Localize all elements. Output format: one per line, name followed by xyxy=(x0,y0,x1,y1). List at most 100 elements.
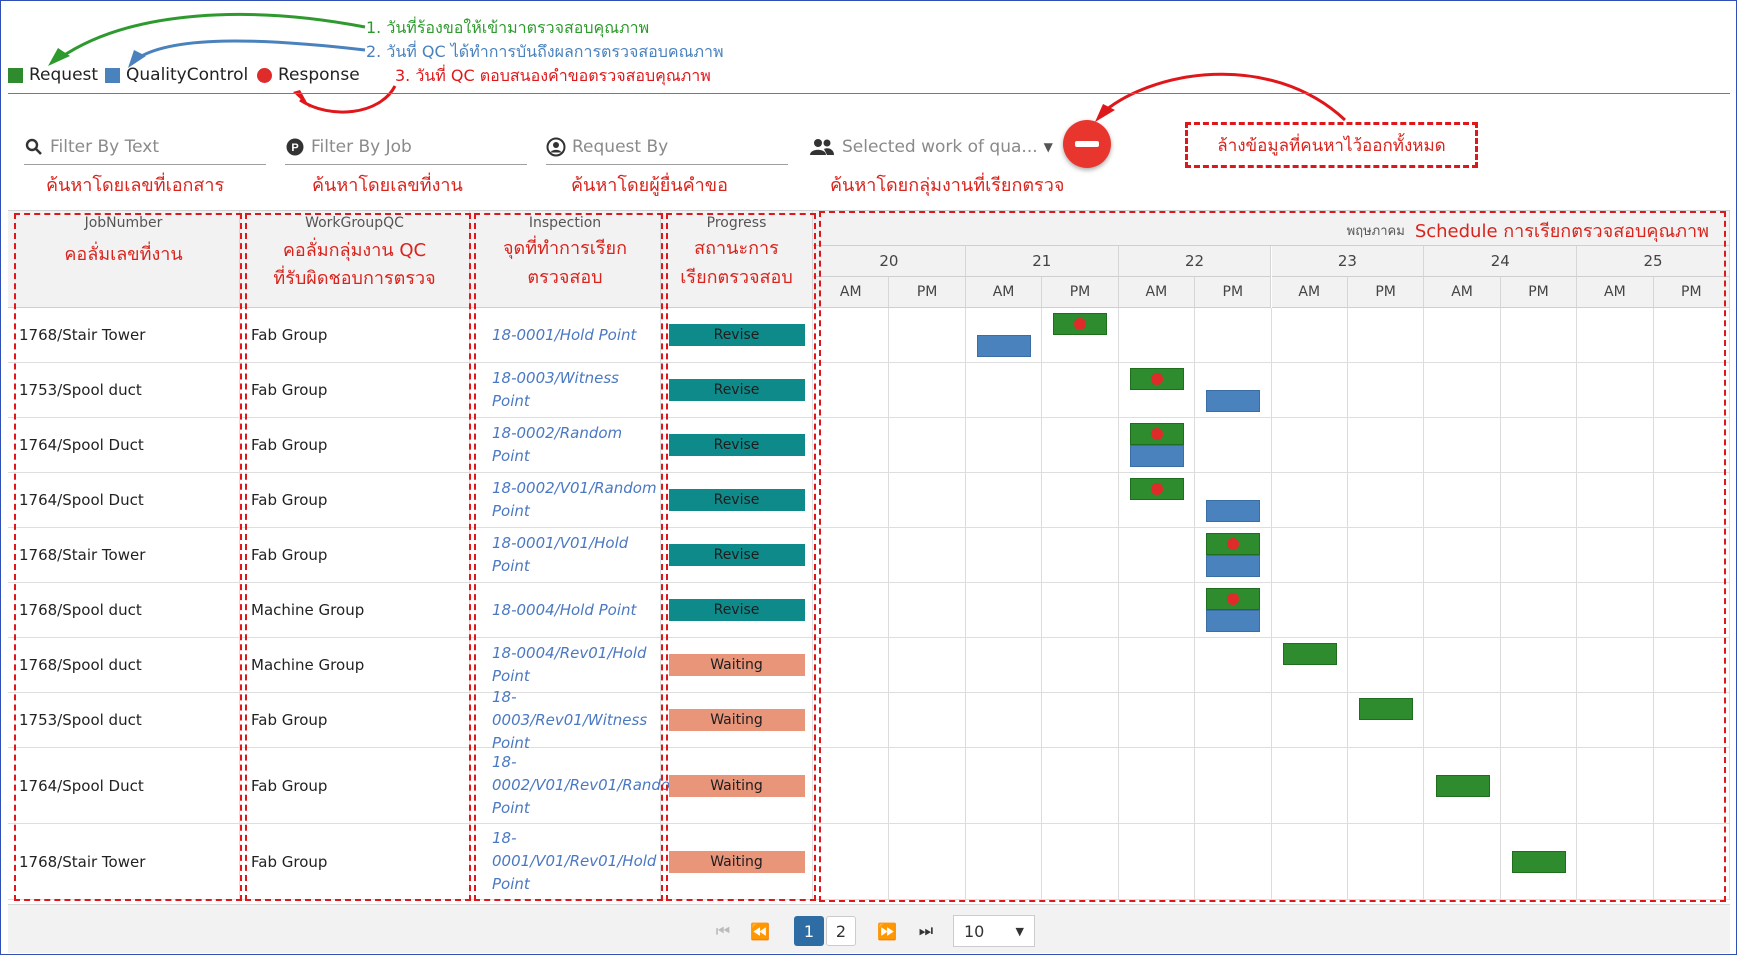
previous-page-icon[interactable]: ⏪ xyxy=(745,916,775,946)
day-header-cell: 24 xyxy=(1424,246,1578,277)
schedule-slot-divider xyxy=(964,748,966,824)
schedule-slot-divider xyxy=(964,418,966,473)
schedule-slot-divider xyxy=(1729,473,1730,528)
inspection-link-line: Point xyxy=(492,799,530,817)
schedule-slot-divider xyxy=(1499,418,1501,473)
schedule-slot-divider xyxy=(1041,528,1043,583)
progress-cell: Waiting xyxy=(661,748,813,823)
inspection-link[interactable]: 18- 0002/V01/Rev01/Random Point xyxy=(492,751,685,820)
schedule-slot-divider xyxy=(1576,363,1578,418)
workgroup-cell: Fab Group xyxy=(240,824,470,899)
workgroup-cell: Fab Group xyxy=(240,693,470,747)
schedule-slot-divider xyxy=(964,638,966,693)
schedule-slot-divider xyxy=(888,528,890,583)
quality-control-bar[interactable] xyxy=(1206,390,1261,412)
filter-job-hint: ค้นหาโดยเลขที่งาน xyxy=(312,175,463,196)
next-page-icon[interactable]: ⏩ xyxy=(872,916,902,946)
inspection-link[interactable]: 18-0002/V01/Random Point xyxy=(492,477,657,523)
table-row[interactable]: 1753/Spool duct Fab Group 18-0003/Rev01/Wi… xyxy=(8,688,1730,752)
inspection-link[interactable]: 18-0004/Rev01/Hold Point xyxy=(492,642,647,688)
schedule-slot-divider xyxy=(1117,308,1119,363)
table-row[interactable]: 1768/Spool duct Machine Group 18-0004/Hold… xyxy=(8,583,1730,638)
schedule-slot-divider xyxy=(1499,824,1501,900)
schedule-slot-divider xyxy=(1499,638,1501,693)
header-inspection[interactable]: Inspection จุดที่ทำการเรียก ตรวจสอบ xyxy=(470,211,661,308)
schedule-slot-divider xyxy=(1499,473,1501,528)
quality-control-bar[interactable] xyxy=(1206,555,1261,577)
schedule-slot-divider xyxy=(1576,748,1578,824)
inspection-link[interactable]: 18-0001/V01/Hold Point xyxy=(492,532,628,578)
table-row[interactable]: 1768/Spool duct Machine Group 18-0004/Rev0… xyxy=(8,638,1730,693)
inspection-link-line: 18-0001/Hold Point xyxy=(492,325,637,344)
header-workgroup[interactable]: WorkGroupQC คอลั่มกลุ่มงาน QC ที่รับผิดช… xyxy=(240,211,470,308)
filter-job-placeholder: Filter By Job xyxy=(311,137,412,157)
inspection-link-line: 0002/V01/Rev01/Random xyxy=(492,776,685,794)
header-jobnumber[interactable]: JobNumber คอลั่มเลขที่งาน xyxy=(8,211,240,308)
inspection-link[interactable]: 18-0001/Hold Point xyxy=(492,324,636,347)
filter-request-by[interactable]: Request By xyxy=(546,130,788,165)
schedule-slot-divider xyxy=(964,363,966,418)
schedule-slot-divider xyxy=(1423,418,1425,473)
schedule-slot-divider xyxy=(1652,473,1654,528)
pm-header-cell: PM xyxy=(1347,277,1425,308)
filter-text-placeholder: Filter By Text xyxy=(50,137,160,157)
inspection-link-line: 18- xyxy=(492,753,517,771)
filter-by-text[interactable]: Filter By Text xyxy=(24,130,266,165)
filter-work-group-select[interactable]: Selected work of qua... ▼ xyxy=(808,130,1053,164)
quality-control-bar[interactable] xyxy=(1206,500,1261,522)
first-page-icon[interactable]: ⏮ xyxy=(708,916,738,946)
schedule-slot-divider xyxy=(1270,528,1272,583)
filter-work-group-placeholder: Selected work of qua... xyxy=(842,137,1038,157)
progress-cell: Revise xyxy=(661,418,813,472)
filter-by-job[interactable]: P Filter By Job xyxy=(285,130,527,165)
header-progress-th-1: สถานะการ xyxy=(694,238,779,259)
request-bar[interactable] xyxy=(1359,698,1414,720)
schedule-slot-divider xyxy=(1423,824,1425,900)
page-size-select[interactable]: 10 ▼ xyxy=(953,915,1035,947)
inspection-grid: JobNumber คอลั่มเลขที่งาน WorkGroupQC คอ… xyxy=(8,210,1730,905)
header-inspection-th-1: จุดที่ทำการเรียก xyxy=(502,238,627,259)
schedule-slot-divider xyxy=(1194,638,1196,693)
inspection-link[interactable]: 18-0002/Random Point xyxy=(492,422,660,468)
table-row[interactable]: 1764/Spool Duct Fab Group 18-0002/V01/Rand… xyxy=(8,473,1730,528)
inspection-link[interactable]: 18-0003/Rev01/Witness Point xyxy=(492,686,660,755)
schedule-slot-divider xyxy=(1346,418,1348,473)
schedule-slot-divider xyxy=(1041,418,1043,473)
progress-cell: Revise xyxy=(661,473,813,527)
table-row[interactable]: 1768/Stair Tower Fab Group 18-0001/Hold Po… xyxy=(8,308,1730,363)
page-1-button[interactable]: 1 xyxy=(794,916,824,946)
status-badge: Revise xyxy=(668,434,805,456)
header-progress[interactable]: Progress สถานะการ เรียกตรวจสอบ xyxy=(661,211,813,308)
workgroup-cell: Machine Group xyxy=(240,638,470,692)
quality-control-bar[interactable] xyxy=(1129,445,1184,467)
clear-filters-button[interactable] xyxy=(1063,120,1111,168)
schedule-slot-divider xyxy=(1499,693,1501,748)
chevron-down-icon: ▼ xyxy=(1043,140,1053,154)
inspection-link[interactable]: 18-0003/Witness Point xyxy=(492,367,660,413)
schedule-slot-divider xyxy=(964,528,966,583)
inspection-link[interactable]: 18-0004/Hold Point xyxy=(492,599,636,622)
last-page-icon[interactable]: ⏭ xyxy=(911,916,941,946)
schedule-slot-divider xyxy=(1729,824,1730,900)
table-row[interactable]: 1753/Spool duct Fab Group 18-0003/Witness … xyxy=(8,363,1730,418)
request-bar[interactable] xyxy=(1435,775,1490,797)
quality-control-bar[interactable] xyxy=(977,335,1032,357)
inspection-link[interactable]: 18- 0001/V01/Rev01/Hold Point xyxy=(492,827,656,896)
schedule-slot-divider xyxy=(1576,693,1578,748)
table-row[interactable]: 1764/Spool Duct Fab Group 18-0002/Random P… xyxy=(8,418,1730,473)
table-row[interactable]: 1768/Stair Tower Fab Group 18-0001/V01/Hol… xyxy=(8,528,1730,583)
schedule-slot-divider xyxy=(1041,693,1043,748)
table-row[interactable]: 1764/Spool Duct Fab Group 18- 0002/V01/Rev0… xyxy=(8,748,1730,824)
schedule-slot-divider xyxy=(964,308,966,363)
request-bar[interactable] xyxy=(1282,643,1337,665)
request-bar[interactable] xyxy=(1511,851,1566,873)
page-2-button[interactable]: 2 xyxy=(826,916,856,946)
quality-control-bar[interactable] xyxy=(1206,610,1261,632)
schedule-slot-divider xyxy=(888,748,890,824)
table-row[interactable]: 1768/Stair Tower Fab Group 18- 0001/V01/Rev… xyxy=(8,824,1730,900)
schedule-slot-divider xyxy=(1270,308,1272,363)
schedule-slot-divider xyxy=(888,824,890,900)
schedule-slot-divider xyxy=(1041,473,1043,528)
inspection-link-line: 18-0002/Random Point xyxy=(492,424,623,465)
schedule-slot-divider xyxy=(1652,693,1654,748)
